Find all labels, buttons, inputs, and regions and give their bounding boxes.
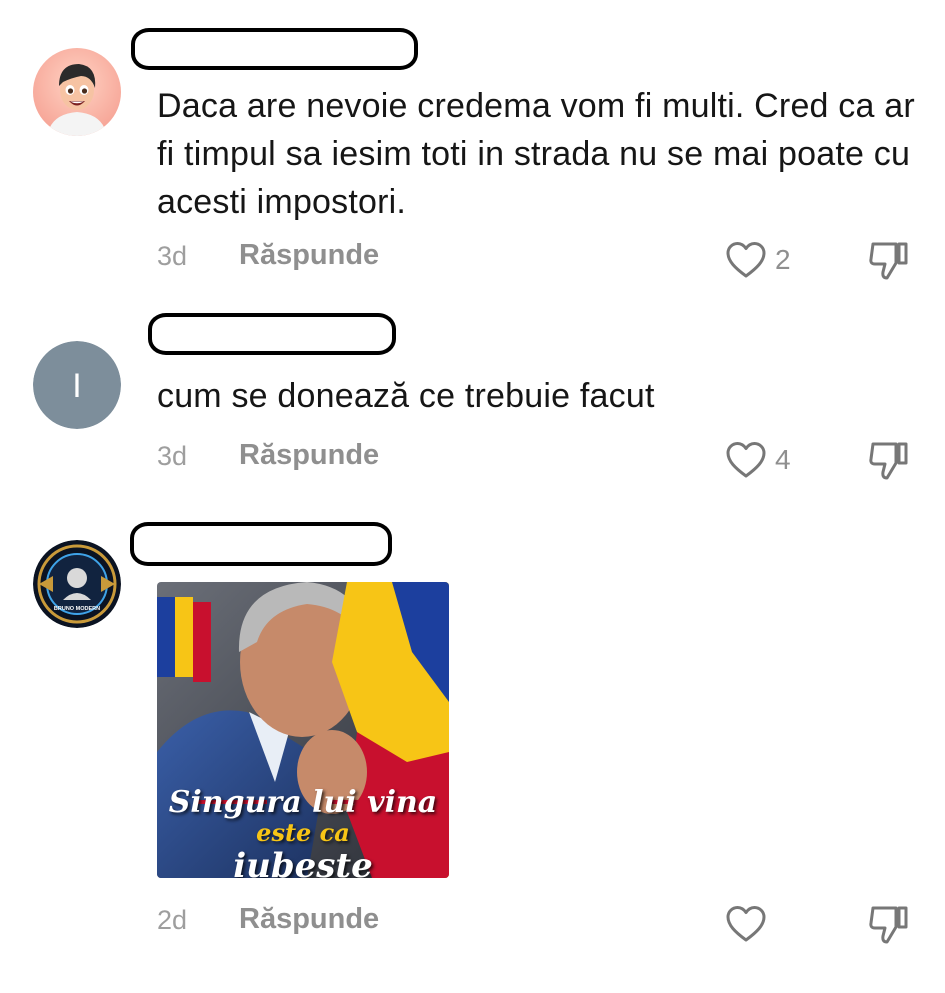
image-caption-line-3: iubește România [233,846,373,878]
image-caption-line-1: Singura lui vina [168,785,438,820]
emblem-avatar-icon: BRUNO MODERN [33,540,121,628]
dislike-button[interactable] [866,900,912,946]
user-avatar[interactable]: BRUNO MODERN [33,540,121,628]
heart-icon [726,906,766,942]
thumbs-down-icon [869,906,908,944]
comment-time: 2d [157,905,188,935]
comment-item-3: BRUNO MODERN Singura lui vina este ca iu… [0,0,945,993]
like-button[interactable] [725,902,815,946]
avatar-emblem-text: BRUNO MODERN [54,606,100,612]
image-caption-line-2: este ca [256,818,350,847]
username-redacted-box [130,522,392,566]
comment-image[interactable]: Singura lui vina este ca iubește România [157,582,449,878]
reply-button[interactable]: Răspunde [239,903,379,936]
